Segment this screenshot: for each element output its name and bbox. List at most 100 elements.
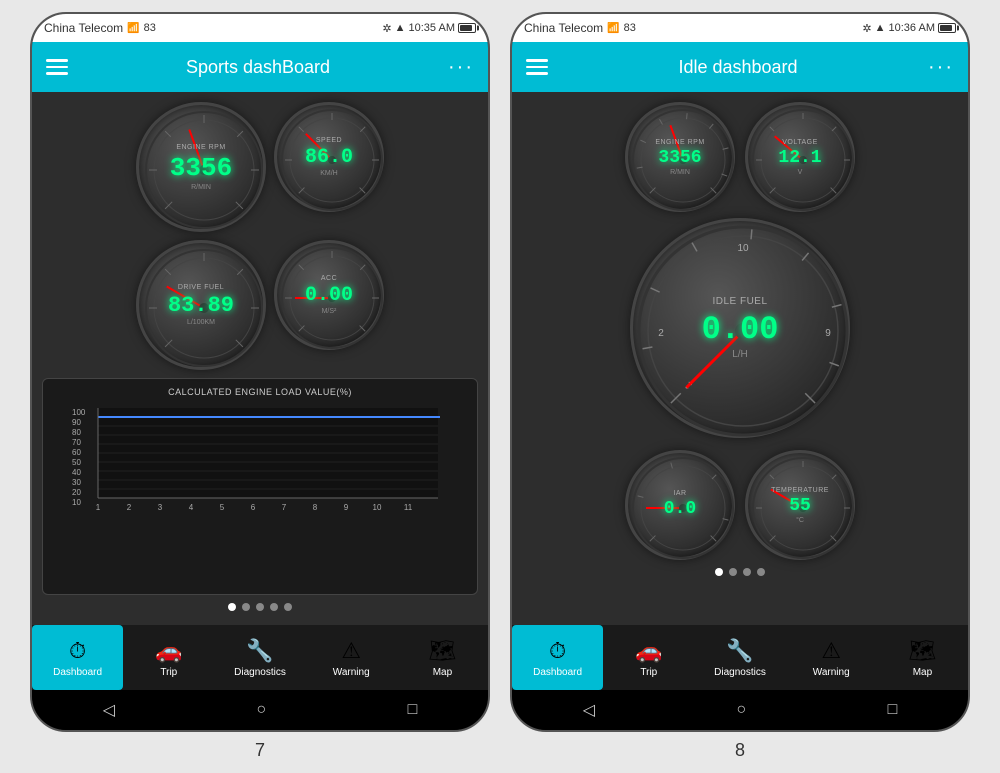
warning-icon-sports: ⚠ — [341, 638, 361, 664]
warning-label-sports: Warning — [333, 667, 370, 678]
recent-btn-sports[interactable]: □ — [408, 701, 418, 719]
dot-3-idle[interactable] — [743, 568, 751, 576]
svg-text:5: 5 — [220, 503, 225, 512]
trip-label-idle: Trip — [640, 667, 657, 678]
rpm-value-sports: 3356 — [170, 153, 232, 183]
idle-bottom-gauges: IAR 0.0 — [625, 450, 855, 560]
rpm-unit-sports: R/MIN — [170, 184, 232, 191]
carrier-sports: China Telecom — [44, 21, 123, 35]
gauge-row-2-sports: DRIVE FUEL 83.89 L/100KM — [42, 240, 478, 370]
svg-text:11: 11 — [404, 503, 413, 512]
more-button-sports[interactable]: ··· — [448, 56, 474, 79]
app-bar-sports: Sports dashBoard ··· — [32, 42, 488, 92]
more-button-idle[interactable]: ··· — [928, 56, 954, 79]
dot-1-idle[interactable] — [715, 568, 723, 576]
chart-section-sports: CALCULATED ENGINE LOAD VALUE(%) 100 90 8… — [42, 378, 478, 595]
recent-btn-idle[interactable]: □ — [888, 701, 898, 719]
nav-warning-sports[interactable]: ⚠ Warning — [306, 625, 397, 690]
speed-label-sports: SPEED — [305, 137, 353, 144]
menu-button-idle[interactable] — [526, 59, 548, 75]
svg-text:9: 9 — [825, 328, 831, 339]
svg-text:9: 9 — [344, 503, 349, 512]
wifi-icon-idle: ▲ — [875, 22, 886, 34]
map-icon-idle: 🗺 — [908, 638, 936, 664]
signal-icon-sports: 📶 — [127, 23, 139, 34]
dot-2-idle[interactable] — [729, 568, 737, 576]
menu-button-sports[interactable] — [46, 59, 68, 75]
app-bar-idle: Idle dashboard ··· — [512, 42, 968, 92]
temp-value-idle: 55 — [771, 496, 829, 516]
pagination-idle — [715, 560, 765, 580]
svg-text:70: 70 — [72, 438, 81, 447]
main-content-idle: ENGINE RPM 3356 R/MIN — [512, 92, 968, 625]
android-nav-idle: ◁ ○ □ — [512, 690, 968, 730]
svg-text:3: 3 — [158, 503, 163, 512]
svg-text:60: 60 — [72, 448, 81, 457]
nav-map-sports[interactable]: 🗺 Map — [397, 625, 488, 690]
svg-text:1: 1 — [96, 503, 101, 512]
dashboard-label-sports: Dashboard — [53, 667, 102, 678]
dot-5-sports[interactable] — [284, 603, 292, 611]
acc-label-sports: ACC — [305, 275, 353, 282]
svg-text:20: 20 — [72, 488, 81, 497]
time-sports: 10:35 AM — [409, 22, 455, 34]
back-btn-sports[interactable]: ◁ — [103, 700, 115, 720]
dot-1-sports[interactable] — [228, 603, 236, 611]
rpm-unit-idle: R/MIN — [655, 169, 704, 176]
fuel-value-sports: 83.89 — [168, 293, 234, 318]
nav-diagnostics-idle[interactable]: 🔧 Diagnostics — [694, 625, 785, 690]
iar-label-idle: IAR — [664, 490, 696, 497]
dot-2-sports[interactable] — [242, 603, 250, 611]
home-btn-sports[interactable]: ○ — [256, 701, 266, 719]
fuel-label-sports: DRIVE FUEL — [168, 284, 234, 291]
voltage-unit-idle: V — [778, 169, 821, 176]
android-nav-sports: ◁ ○ □ — [32, 690, 488, 730]
rpm-label-sports: ENGINE RPM — [170, 144, 232, 151]
home-btn-idle[interactable]: ○ — [736, 701, 746, 719]
chart-svg-sports: 100 90 80 70 60 50 40 30 20 10 — [51, 403, 469, 513]
dashboard-icon-sports: ⏱ — [69, 638, 86, 664]
svg-text:7: 7 — [282, 503, 287, 512]
trip-icon-idle: 🚗 — [635, 638, 662, 664]
dot-4-idle[interactable] — [757, 568, 765, 576]
svg-text:2: 2 — [658, 328, 664, 339]
phones-container: China Telecom 📶 83 ✲ ▲ 10:35 AM — [30, 12, 970, 761]
bottom-nav-sports: ⏱ Dashboard 🚗 Trip 🔧 Diagnostics ⚠ Warni… — [32, 625, 488, 690]
phone-sports-wrapper: China Telecom 📶 83 ✲ ▲ 10:35 AM — [30, 12, 490, 761]
map-icon-sports: 🗺 — [428, 638, 456, 664]
back-btn-idle[interactable]: ◁ — [583, 700, 595, 720]
battery-icon-idle — [938, 23, 956, 33]
acc-value-sports: 0.00 — [305, 284, 353, 307]
warning-icon-idle: ⚠ — [821, 638, 841, 664]
nav-trip-idle[interactable]: 🚗 Trip — [603, 625, 694, 690]
status-bar-idle: China Telecom 📶 83 ✲ ▲ 10:36 AM — [512, 14, 968, 42]
nav-dashboard-sports[interactable]: ⏱ Dashboard — [32, 625, 123, 690]
svg-text:90: 90 — [72, 418, 81, 427]
gauge-rpm-sports: ENGINE RPM 3356 R/MIN — [136, 102, 266, 232]
svg-text:30: 30 — [72, 478, 81, 487]
idle-fuel-value: 0.00 — [702, 311, 779, 348]
svg-text:8: 8 — [313, 503, 318, 512]
nav-map-idle[interactable]: 🗺 Map — [877, 625, 968, 690]
map-label-sports: Map — [433, 667, 452, 678]
diagnostics-label-idle: Diagnostics — [714, 667, 766, 678]
nav-trip-sports[interactable]: 🚗 Trip — [123, 625, 214, 690]
nav-dashboard-idle[interactable]: ⏱ Dashboard — [512, 625, 603, 690]
nav-diagnostics-sports[interactable]: 🔧 Diagnostics — [214, 625, 305, 690]
nav-warning-idle[interactable]: ⚠ Warning — [786, 625, 877, 690]
svg-text:40: 40 — [72, 468, 81, 477]
dot-4-sports[interactable] — [270, 603, 278, 611]
battery-pct-sports: 83 — [144, 22, 156, 34]
idle-fuel-label: IDLE FUEL — [702, 296, 779, 307]
rpm-label-idle: ENGINE RPM — [655, 139, 704, 146]
svg-text:10: 10 — [72, 498, 81, 507]
gauge-row-1-sports: ENGINE RPM 3356 R/MIN — [42, 102, 478, 232]
map-label-idle: Map — [913, 667, 932, 678]
app-title-sports: Sports dashBoard — [186, 57, 330, 78]
phone-number-idle: 8 — [735, 740, 745, 761]
carrier-idle: China Telecom — [524, 21, 603, 35]
dot-3-sports[interactable] — [256, 603, 264, 611]
gauge-iar-idle: IAR 0.0 — [625, 450, 735, 560]
gauge-rpm-idle: ENGINE RPM 3356 R/MIN — [625, 102, 735, 212]
phone-number-sports: 7 — [255, 740, 265, 761]
